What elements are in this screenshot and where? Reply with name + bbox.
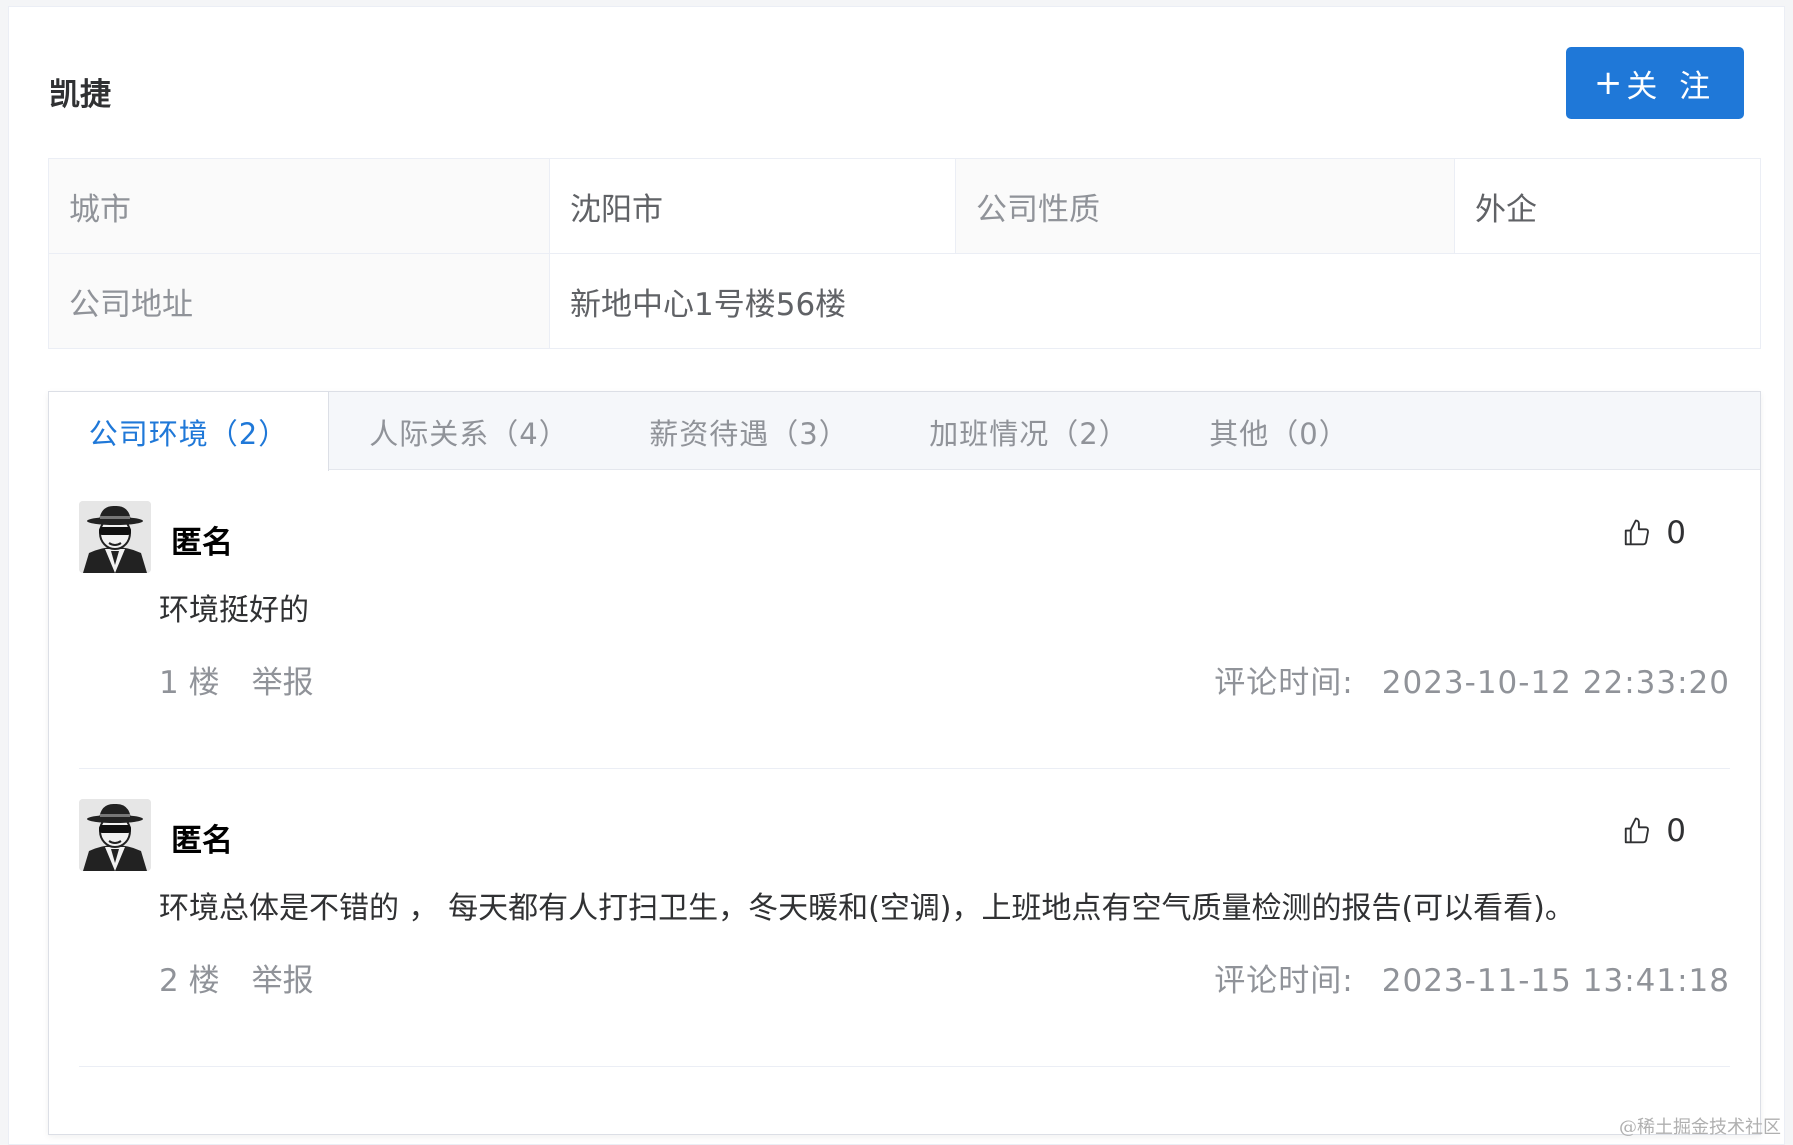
comment-item: 匿名 0 环境挺好的 1 楼 举报 评论时间: 2023-10-12 22:33:…	[79, 471, 1730, 769]
follow-button[interactable]: + 关 注	[1566, 47, 1744, 119]
comment-time-value: 2023-11-15 13:41:18	[1381, 963, 1730, 999]
floor-number: 1 楼	[159, 665, 220, 701]
like-count: 0	[1666, 515, 1686, 551]
like-button[interactable]: 0	[1622, 813, 1686, 849]
comment-meta: 1 楼 举报	[159, 657, 314, 702]
thumbs-up-icon	[1625, 519, 1650, 546]
comment-content: 环境总体是不错的 ， 每天都有人打扫卫生，冬天暖和(空调)，上班地点有空气质量检…	[159, 891, 1575, 926]
city-label: 城市	[48, 158, 550, 254]
company-card: 凯捷 + 关 注 城市 沈阳市 公司性质 外企 公司地址 新地中心1号楼56楼 …	[8, 6, 1785, 1145]
report-link[interactable]: 举报	[252, 657, 314, 702]
tab-bar: 公司环境（2） 人际关系（4） 薪资待遇（3） 加班情况（2） 其他（0）	[49, 392, 1760, 471]
info-row: 公司地址 新地中心1号楼56楼	[48, 253, 1761, 349]
tab-company-environment[interactable]: 公司环境（2）	[49, 392, 329, 471]
avatar	[79, 799, 151, 871]
info-row: 城市 沈阳市 公司性质 外企	[48, 158, 1761, 254]
avatar	[79, 501, 151, 573]
comment-time-value: 2023-10-12 22:33:20	[1381, 665, 1730, 701]
comment-content: 环境挺好的	[159, 593, 309, 628]
address-label: 公司地址	[48, 253, 550, 349]
comment-time: 评论时间: 2023-10-12 22:33:20	[1214, 657, 1730, 702]
company-nature-label: 公司性质	[955, 158, 1455, 254]
company-nature-value: 外企	[1454, 158, 1761, 254]
city-value: 沈阳市	[549, 158, 956, 254]
comment-time: 评论时间: 2023-11-15 13:41:18	[1214, 955, 1730, 1000]
review-tabs: 公司环境（2） 人际关系（4） 薪资待遇（3） 加班情况（2） 其他（0） 匿名…	[48, 391, 1761, 1135]
thumbs-up-icon	[1625, 817, 1650, 844]
username: 匿名	[171, 823, 233, 859]
like-button[interactable]: 0	[1622, 515, 1686, 551]
comment-meta: 2 楼 举报	[159, 955, 314, 1000]
tab-relationships[interactable]: 人际关系（4）	[329, 392, 609, 471]
follow-button-label: 关 注	[1626, 68, 1717, 105]
anonymous-spy-icon	[79, 799, 151, 871]
company-info-table: 城市 沈阳市 公司性质 外企 公司地址 新地中心1号楼56楼	[48, 158, 1761, 349]
tab-salary[interactable]: 薪资待遇（3）	[609, 392, 889, 471]
watermark: @稀土掘金技术社区	[1619, 1117, 1781, 1138]
comment-time-label: 评论时间:	[1214, 963, 1354, 999]
anonymous-spy-icon	[79, 501, 151, 573]
plus-icon: +	[1593, 63, 1623, 103]
tab-overtime[interactable]: 加班情况（2）	[889, 392, 1169, 471]
company-name: 凯捷	[49, 77, 111, 113]
like-count: 0	[1666, 813, 1686, 849]
report-link[interactable]: 举报	[252, 955, 314, 1000]
comment-item: 匿名 0 环境总体是不错的 ， 每天都有人打扫卫生，冬天暖和(空调)，上班地点有…	[79, 769, 1730, 1067]
address-value: 新地中心1号楼56楼	[549, 253, 1761, 349]
tab-other[interactable]: 其他（0）	[1169, 392, 1389, 471]
username: 匿名	[171, 525, 233, 561]
comment-time-label: 评论时间:	[1214, 665, 1354, 701]
company-header: 凯捷 + 关 注	[49, 47, 1744, 123]
floor-number: 2 楼	[159, 963, 220, 999]
